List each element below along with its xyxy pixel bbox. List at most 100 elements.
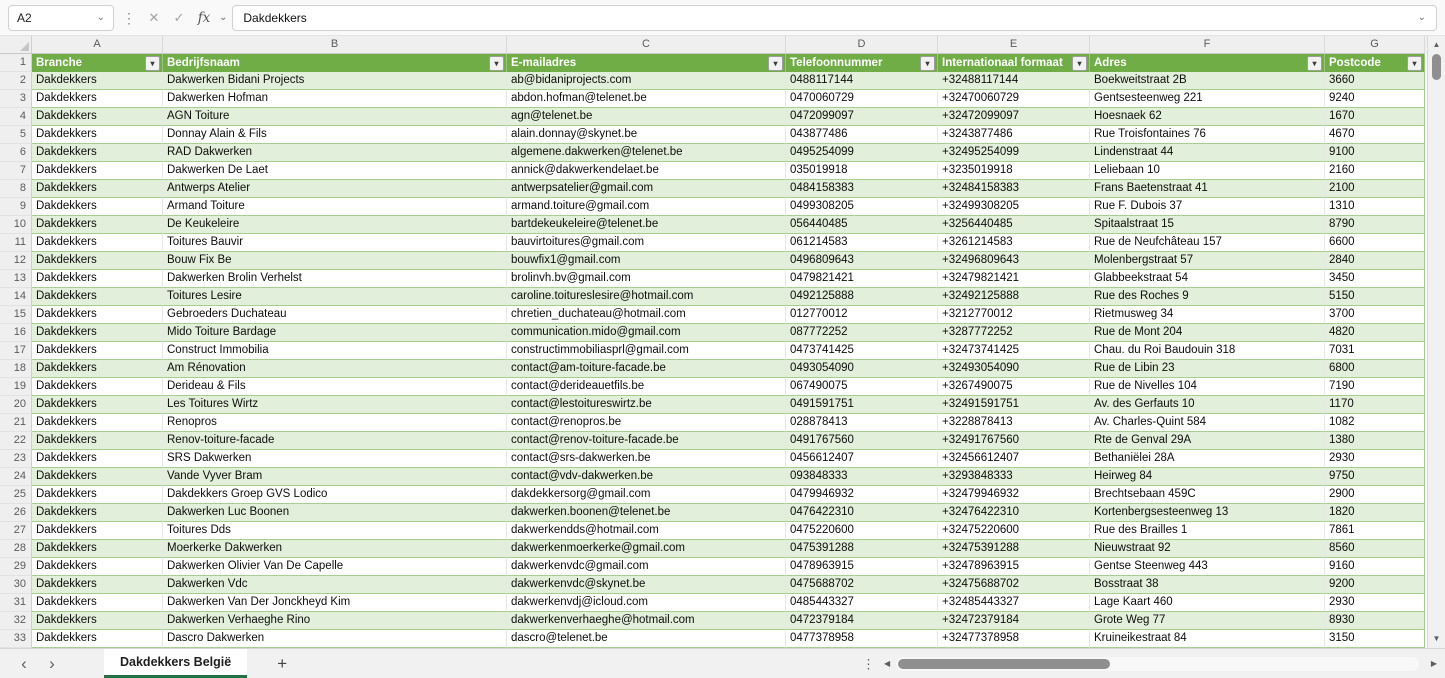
cell-adres[interactable]: Rue de Libin 23 xyxy=(1090,360,1325,378)
add-sheet-button[interactable]: + xyxy=(277,655,287,672)
cell-branche[interactable]: Dakdekkers xyxy=(32,306,163,324)
cell-emailadres[interactable]: bauvirtoitures@gmail.com xyxy=(507,234,786,252)
cell-postcode[interactable]: 3700 xyxy=(1325,306,1425,324)
cell-bedrijfsnaam[interactable]: Toitures Dds xyxy=(163,522,507,540)
cell-adres[interactable]: Bosstraat 38 xyxy=(1090,576,1325,594)
cell-emailadres[interactable]: contact@derideauetfils.be xyxy=(507,378,786,396)
cell-internationaal-formaat[interactable]: +32478963915 xyxy=(938,558,1090,576)
cell-bedrijfsnaam[interactable]: Dakwerken Van Der Jonckheyd Kim xyxy=(163,594,507,612)
cell-branche[interactable]: Dakdekkers xyxy=(32,486,163,504)
cell-bedrijfsnaam[interactable]: Dakwerken Brolin Verhelst xyxy=(163,270,507,288)
cell-postcode[interactable]: 2930 xyxy=(1325,594,1425,612)
cell-postcode[interactable]: 4670 xyxy=(1325,126,1425,144)
cell-adres[interactable]: Rue de Neufchâteau 157 xyxy=(1090,234,1325,252)
cell-branche[interactable]: Dakdekkers xyxy=(32,270,163,288)
cell-adres[interactable]: Av. des Gerfauts 10 xyxy=(1090,396,1325,414)
cell-internationaal-formaat[interactable]: +32479821421 xyxy=(938,270,1090,288)
cell-postcode[interactable]: 1170 xyxy=(1325,396,1425,414)
cell-postcode[interactable]: 7861 xyxy=(1325,522,1425,540)
cell-adres[interactable]: Rue des Roches 9 xyxy=(1090,288,1325,306)
sheet-bar-options-icon[interactable]: ⋮ xyxy=(862,657,875,670)
cell-telefoonnummer[interactable]: 0470060729 xyxy=(786,90,938,108)
cell-emailadres[interactable]: ab@bidaniprojects.com xyxy=(507,72,786,90)
row-header-3[interactable]: 3 xyxy=(0,90,32,108)
header-cell-1[interactable]: Bedrijfsnaam▾ xyxy=(163,54,507,72)
cell-emailadres[interactable]: contact@lestoitureswirtz.be xyxy=(507,396,786,414)
cell-postcode[interactable]: 7031 xyxy=(1325,342,1425,360)
cell-emailadres[interactable]: dakdekkersorg@gmail.com xyxy=(507,486,786,504)
cell-emailadres[interactable]: abdon.hofman@telenet.be xyxy=(507,90,786,108)
cell-emailadres[interactable]: bartdekeukeleire@telenet.be xyxy=(507,216,786,234)
column-header-g[interactable]: G xyxy=(1325,36,1425,54)
row-header-17[interactable]: 17 xyxy=(0,342,32,360)
cell-adres[interactable]: Grote Weg 77 xyxy=(1090,612,1325,630)
row-header-21[interactable]: 21 xyxy=(0,414,32,432)
cell-branche[interactable]: Dakdekkers xyxy=(32,432,163,450)
filter-button[interactable]: ▾ xyxy=(920,56,935,71)
cell-postcode[interactable]: 1820 xyxy=(1325,504,1425,522)
cell-adres[interactable]: Gentse Steenweg 443 xyxy=(1090,558,1325,576)
cell-bedrijfsnaam[interactable]: Donnay Alain & Fils xyxy=(163,126,507,144)
cell-branche[interactable]: Dakdekkers xyxy=(32,162,163,180)
cell-postcode[interactable]: 6600 xyxy=(1325,234,1425,252)
cell-emailadres[interactable]: dakwerkendds@hotmail.com xyxy=(507,522,786,540)
cell-adres[interactable]: Kruineikestraat 84 xyxy=(1090,630,1325,648)
cell-postcode[interactable]: 1310 xyxy=(1325,198,1425,216)
cell-branche[interactable]: Dakdekkers xyxy=(32,468,163,486)
next-sheet-icon[interactable]: › xyxy=(38,655,66,672)
cell-internationaal-formaat[interactable]: +3293848333 xyxy=(938,468,1090,486)
header-cell-3[interactable]: Telefoonnummer▾ xyxy=(786,54,938,72)
expand-formula-bar-icon[interactable]: ⌄ xyxy=(1418,13,1426,23)
row-header-22[interactable]: 22 xyxy=(0,432,32,450)
cell-postcode[interactable]: 2900 xyxy=(1325,486,1425,504)
cell-bedrijfsnaam[interactable]: Renov-toiture-facade xyxy=(163,432,507,450)
row-header-27[interactable]: 27 xyxy=(0,522,32,540)
cell-bedrijfsnaam[interactable]: Dascro Dakwerken xyxy=(163,630,507,648)
cell-internationaal-formaat[interactable]: +32491767560 xyxy=(938,432,1090,450)
cell-bedrijfsnaam[interactable]: Construct Immobilia xyxy=(163,342,507,360)
cell-telefoonnummer[interactable]: 0491591751 xyxy=(786,396,938,414)
cell-branche[interactable]: Dakdekkers xyxy=(32,108,163,126)
cell-bedrijfsnaam[interactable]: Dakwerken Vdc xyxy=(163,576,507,594)
header-cell-0[interactable]: Branche▾ xyxy=(32,54,163,72)
row-header-25[interactable]: 25 xyxy=(0,486,32,504)
cell-bedrijfsnaam[interactable]: Mido Toiture Bardage xyxy=(163,324,507,342)
cell-emailadres[interactable]: algemene.dakwerken@telenet.be xyxy=(507,144,786,162)
vertical-scrollbar-thumb[interactable] xyxy=(1432,54,1441,80)
row-header-8[interactable]: 8 xyxy=(0,180,32,198)
row-header-15[interactable]: 15 xyxy=(0,306,32,324)
header-cell-2[interactable]: E-mailadres▾ xyxy=(507,54,786,72)
row-header-23[interactable]: 23 xyxy=(0,450,32,468)
cell-internationaal-formaat[interactable]: +32472379184 xyxy=(938,612,1090,630)
cell-branche[interactable]: Dakdekkers xyxy=(32,396,163,414)
cell-adres[interactable]: Gentsesteenweg 221 xyxy=(1090,90,1325,108)
cell-adres[interactable]: Bethaniëlei 28A xyxy=(1090,450,1325,468)
cell-branche[interactable]: Dakdekkers xyxy=(32,180,163,198)
cell-internationaal-formaat[interactable]: +32488117144 xyxy=(938,72,1090,90)
cell-adres[interactable]: Spitaalstraat 15 xyxy=(1090,216,1325,234)
cell-branche[interactable]: Dakdekkers xyxy=(32,198,163,216)
formula-input[interactable]: Dakdekkers ⌄ xyxy=(232,5,1437,31)
cell-bedrijfsnaam[interactable]: Dakwerken Verhaeghe Rino xyxy=(163,612,507,630)
cell-telefoonnummer[interactable]: 0479946932 xyxy=(786,486,938,504)
cell-bedrijfsnaam[interactable]: Dakwerken Bidani Projects xyxy=(163,72,507,90)
cell-adres[interactable]: Chau. du Roi Baudouin 318 xyxy=(1090,342,1325,360)
scroll-left-icon[interactable]: ◀ xyxy=(884,658,890,670)
cell-internationaal-formaat[interactable]: +3235019918 xyxy=(938,162,1090,180)
cell-branche[interactable]: Dakdekkers xyxy=(32,72,163,90)
cell-branche[interactable]: Dakdekkers xyxy=(32,594,163,612)
cell-bedrijfsnaam[interactable]: Renopros xyxy=(163,414,507,432)
cell-branche[interactable]: Dakdekkers xyxy=(32,378,163,396)
cell-telefoonnummer[interactable]: 093848333 xyxy=(786,468,938,486)
cell-internationaal-formaat[interactable]: +32492125888 xyxy=(938,288,1090,306)
row-header-1[interactable]: 1 xyxy=(0,54,32,72)
cell-adres[interactable]: Heirweg 84 xyxy=(1090,468,1325,486)
vertical-scrollbar[interactable]: ▲ ▼ xyxy=(1427,36,1445,648)
cell-emailadres[interactable]: dascro@telenet.be xyxy=(507,630,786,648)
cell-branche[interactable]: Dakdekkers xyxy=(32,540,163,558)
filter-button[interactable]: ▾ xyxy=(768,56,783,71)
cell-emailadres[interactable]: dakwerkenvdc@gmail.com xyxy=(507,558,786,576)
cell-emailadres[interactable]: annick@dakwerkendelaet.be xyxy=(507,162,786,180)
cell-adres[interactable]: Rue de Mont 204 xyxy=(1090,324,1325,342)
prev-sheet-icon[interactable]: ‹ xyxy=(10,655,38,672)
